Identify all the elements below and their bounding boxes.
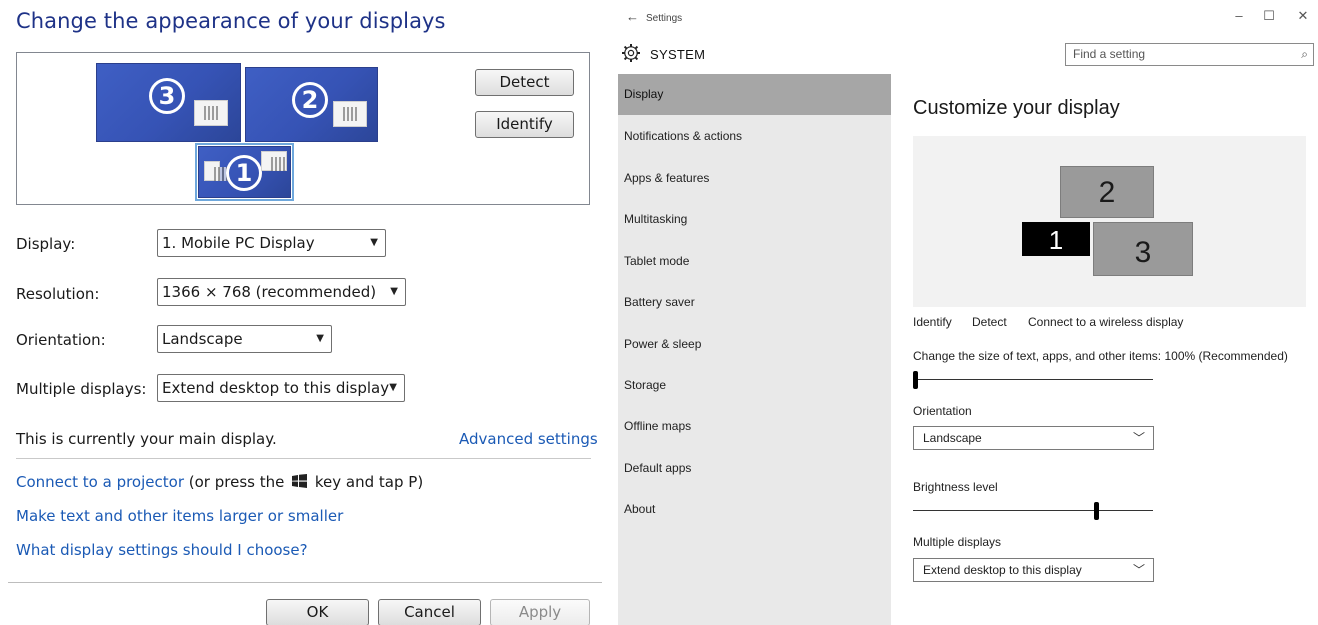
- taskbar-thumbnail-icon: [333, 101, 367, 127]
- divider: [8, 582, 602, 583]
- search-placeholder: Find a setting: [1073, 47, 1146, 61]
- orientation-select[interactable]: Landscape ▼: [157, 325, 332, 353]
- multiple-displays-select[interactable]: Extend desktop to this display ﹀: [913, 558, 1154, 582]
- brightness-slider[interactable]: [913, 501, 1153, 521]
- taskbar-thumbnail-icon: [194, 100, 228, 126]
- resolution-label: Resolution:: [16, 285, 100, 303]
- taskbar-thumbnail-icon: [204, 161, 228, 181]
- slider-track: [913, 510, 1153, 511]
- win7-display-dialog: Change the appearance of your displays 3…: [0, 0, 608, 625]
- monitor-number-badge: 1: [226, 155, 262, 191]
- apply-button[interactable]: Apply: [490, 599, 590, 625]
- slider-track: [913, 379, 1153, 380]
- sidebar-item-about[interactable]: About: [618, 489, 891, 530]
- monitor-1[interactable]: 1: [195, 143, 294, 201]
- orientation-label: Orientation: [913, 404, 972, 418]
- slider-thumb[interactable]: [913, 371, 918, 389]
- sidebar-item-battery-saver[interactable]: Battery saver: [618, 282, 891, 323]
- identify-button[interactable]: Identify: [913, 315, 952, 329]
- text-size-label: Change the size of text, apps, and other…: [913, 349, 1288, 363]
- monitor-2[interactable]: 2: [1060, 166, 1154, 218]
- minimize-icon[interactable]: –: [1229, 8, 1249, 23]
- monitor-arrangement-preview: 2 1 3: [913, 136, 1306, 307]
- windows-logo-icon: [292, 474, 308, 488]
- multiple-displays-label: Multiple displays: [913, 535, 1002, 549]
- monitor-3[interactable]: 3: [96, 63, 241, 142]
- gear-icon: [622, 44, 640, 62]
- multiple-displays-label: Multiple displays:: [16, 380, 147, 398]
- ok-button[interactable]: OK: [266, 599, 369, 625]
- win10-settings-window: ← Settings – ☐ ✕ SYSTEM Find a setting ⌕…: [618, 0, 1318, 625]
- slider-thumb[interactable]: [1094, 502, 1099, 520]
- multiple-displays-select[interactable]: Extend desktop to this display ▼: [157, 374, 405, 402]
- orientation-select-value: Landscape: [162, 330, 243, 348]
- dropdown-arrow-icon: ▼: [389, 382, 397, 393]
- sidebar-item-apps[interactable]: Apps & features: [618, 158, 891, 199]
- resolution-select-value: 1366 × 768 (recommended): [162, 283, 377, 301]
- sidebar-item-storage[interactable]: Storage: [618, 365, 891, 406]
- chevron-down-icon: ﹀: [1132, 563, 1145, 577]
- projector-hint-after: key and tap P): [314, 473, 424, 491]
- sidebar-item-notifications[interactable]: Notifications & actions: [618, 116, 891, 157]
- text-size-link[interactable]: Make text and other items larger or smal…: [16, 507, 343, 525]
- search-input[interactable]: Find a setting ⌕: [1065, 43, 1314, 66]
- identify-button[interactable]: Identify: [475, 111, 574, 138]
- window-title: Settings: [646, 13, 683, 24]
- advanced-settings-link[interactable]: Advanced settings: [459, 430, 598, 448]
- text-size-slider[interactable]: [913, 370, 1153, 390]
- sidebar-item-tablet-mode[interactable]: Tablet mode: [618, 241, 891, 282]
- search-icon[interactable]: ⌕: [1301, 44, 1308, 65]
- display-select[interactable]: 1. Mobile PC Display ▼: [157, 229, 386, 257]
- page-title: Customize your display: [913, 97, 1120, 119]
- orientation-select[interactable]: Landscape ﹀: [913, 426, 1154, 450]
- monitor-number-badge: 3: [149, 78, 185, 114]
- detect-button[interactable]: Detect: [972, 315, 1007, 329]
- sidebar-item-display[interactable]: Display: [618, 74, 891, 115]
- sidebar: Display Notifications & actions Apps & f…: [618, 74, 891, 625]
- close-icon[interactable]: ✕: [1293, 8, 1313, 24]
- orientation-label: Orientation:: [16, 331, 106, 349]
- monitor-arrangement-preview: 3 2 1 Detect Identify: [16, 52, 590, 205]
- main-display-text: This is currently your main display.: [16, 430, 277, 448]
- display-settings-help-link[interactable]: What display settings should I choose?: [16, 541, 308, 559]
- monitor-2[interactable]: 2: [245, 67, 378, 142]
- dropdown-arrow-icon: ▼: [390, 286, 398, 297]
- orientation-select-value: Landscape: [923, 431, 982, 445]
- monitor-1[interactable]: 1: [1022, 222, 1090, 256]
- cancel-button[interactable]: Cancel: [378, 599, 481, 625]
- multiple-displays-select-value: Extend desktop to this display: [162, 379, 390, 397]
- connect-wireless-display-button[interactable]: Connect to a wireless display: [1028, 315, 1183, 329]
- monitor-3[interactable]: 3: [1093, 222, 1193, 276]
- dialog-title: Change the appearance of your displays: [16, 9, 446, 33]
- taskbar-thumbnail-icon: [261, 151, 287, 171]
- resolution-select[interactable]: 1366 × 768 (recommended) ▼: [157, 278, 406, 306]
- dropdown-arrow-icon: ▼: [370, 237, 378, 248]
- display-select-value: 1. Mobile PC Display: [162, 234, 315, 252]
- monitor-number-badge: 2: [292, 82, 328, 118]
- display-label: Display:: [16, 235, 76, 253]
- sidebar-item-power-sleep[interactable]: Power & sleep: [618, 324, 891, 365]
- connect-projector-link[interactable]: Connect to a projector: [16, 473, 184, 491]
- sidebar-item-default-apps[interactable]: Default apps: [618, 448, 891, 489]
- chevron-down-icon: ﹀: [1132, 431, 1145, 445]
- sidebar-item-multitasking[interactable]: Multitasking: [618, 199, 891, 240]
- detect-button[interactable]: Detect: [475, 69, 574, 96]
- multiple-displays-select-value: Extend desktop to this display: [923, 563, 1082, 577]
- arrow-left-icon[interactable]: ←: [626, 9, 639, 24]
- projector-hint-before: (or press the: [188, 473, 285, 491]
- section-title: SYSTEM: [650, 47, 706, 62]
- dropdown-arrow-icon: ▼: [316, 333, 324, 344]
- sidebar-item-offline-maps[interactable]: Offline maps: [618, 406, 891, 447]
- projector-line: Connect to a projector (or press the key…: [16, 473, 423, 491]
- divider: [16, 458, 591, 459]
- brightness-label: Brightness level: [913, 480, 998, 494]
- maximize-icon[interactable]: ☐: [1259, 8, 1279, 24]
